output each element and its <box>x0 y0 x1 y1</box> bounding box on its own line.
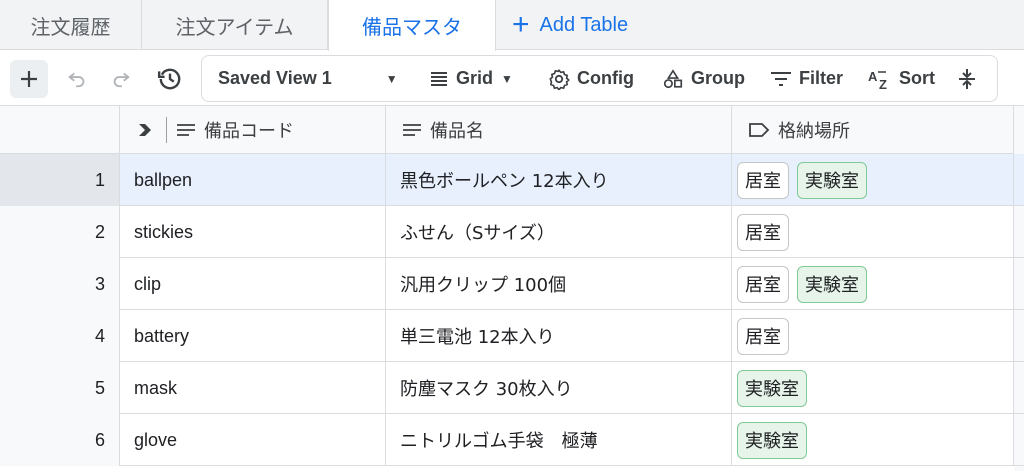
sort-label: Sort <box>899 68 935 88</box>
table-row[interactable]: 1 ballpen 黒色ボールペン 12本入り 居室 実験室 <box>0 154 1024 206</box>
add-table-label: Add Table <box>539 13 629 36</box>
column-header-code[interactable]: 備品コード <box>120 106 386 154</box>
filter-icon <box>771 71 791 86</box>
row-number: 2 <box>0 206 120 258</box>
compress-icon <box>959 68 975 89</box>
text-field-icon <box>403 124 421 136</box>
row-height-button[interactable] <box>957 56 984 101</box>
row-number: 4 <box>0 310 120 362</box>
cell-code[interactable]: clip <box>120 258 386 310</box>
shapes-icon <box>663 68 683 88</box>
cell-name[interactable]: 単三電池 12本入り <box>386 310 732 362</box>
column-label: 格納場所 <box>778 121 850 142</box>
cell-name[interactable]: ふせん（Sサイズ） <box>386 206 732 258</box>
config-button[interactable]: Config <box>548 56 634 101</box>
text-field-icon <box>177 124 195 136</box>
grid-label: Grid <box>456 68 494 88</box>
row-number-header <box>0 106 120 154</box>
tab-label: 注文アイテム <box>175 14 294 39</box>
svg-text:Z: Z <box>879 77 887 90</box>
saved-view-select[interactable]: Saved View 1 ▼ <box>218 56 398 101</box>
history-icon <box>157 68 181 90</box>
redo-icon <box>113 72 130 88</box>
cell-location[interactable]: 居室 <box>732 310 1014 362</box>
table-row[interactable]: 4 battery 単三電池 12本入り 居室 <box>0 310 1024 362</box>
cell-location[interactable]: 実験室 <box>732 414 1014 466</box>
cell-location[interactable]: 実験室 <box>732 362 1014 414</box>
tag-icon <box>749 123 770 137</box>
add-table-button[interactable]: + Add Table <box>512 0 628 50</box>
cell-name[interactable]: 黒色ボールペン 12本入り <box>386 154 732 206</box>
undo-icon <box>68 72 85 88</box>
toolbar: Saved View 1 ▼ Grid ▼ Config Group Filte… <box>0 51 1024 106</box>
grid-icon <box>431 71 447 86</box>
filter-button[interactable]: Filter <box>770 56 843 101</box>
group-button[interactable]: Group <box>662 56 745 101</box>
cell-location[interactable]: 居室 実験室 <box>732 154 1014 206</box>
table-row[interactable]: 5 mask 防塵マスク 30枚入り 実験室 <box>0 362 1024 414</box>
svg-text:A: A <box>868 69 878 84</box>
filter-label: Filter <box>799 68 844 88</box>
table-row[interactable]: 6 glove ニトリルゴム手袋 極薄 実験室 <box>0 414 1024 466</box>
tab-label: 注文履歴 <box>30 14 111 39</box>
row-number: 6 <box>0 414 120 466</box>
cell-code[interactable]: battery <box>120 310 386 362</box>
redo-button[interactable] <box>106 63 136 93</box>
tab-order-history[interactable]: 注文履歴 <box>0 0 142 50</box>
table-row[interactable]: 2 stickies ふせん（Sサイズ） 居室 <box>0 206 1024 258</box>
tag-chip: 居室 <box>737 213 789 251</box>
tag-chip: 実験室 <box>797 265 867 303</box>
cell-name[interactable]: ニトリルゴム手袋 極薄 <box>386 414 732 466</box>
cell-name[interactable]: 汎用クリップ 100個 <box>386 258 732 310</box>
header-divider <box>166 117 167 143</box>
cell-code[interactable]: stickies <box>120 206 386 258</box>
cell-location[interactable]: 居室 <box>732 206 1014 258</box>
cell-location[interactable]: 居室 実験室 <box>732 258 1014 310</box>
row-number: 3 <box>0 258 120 310</box>
primary-key-icon <box>139 124 151 136</box>
tag-chip: 実験室 <box>737 421 807 459</box>
group-label: Group <box>691 68 745 88</box>
tag-chip: 居室 <box>737 265 789 303</box>
undo-button[interactable] <box>62 63 92 93</box>
view-controls: Saved View 1 ▼ Grid ▼ Config Group Filte… <box>201 55 998 102</box>
table-row[interactable]: 3 clip 汎用クリップ 100個 居室 実験室 <box>0 258 1024 310</box>
chevron-down-icon: ▼ <box>501 71 513 86</box>
tab-equipment-master[interactable]: 備品マスタ <box>328 0 496 51</box>
chevron-down-icon: ▼ <box>385 71 398 86</box>
column-label: 備品コード <box>204 121 294 142</box>
grid-header: 備品コード 備品名 格納場所 <box>0 106 1024 154</box>
row-number: 5 <box>0 362 120 414</box>
plus-icon: + <box>512 8 530 41</box>
row-number: 1 <box>0 154 120 206</box>
tag-chip: 実験室 <box>797 161 867 199</box>
tab-order-items[interactable]: 注文アイテム <box>142 0 328 50</box>
grid-view-button[interactable]: Grid ▼ <box>429 56 513 101</box>
add-row-button[interactable] <box>10 60 48 98</box>
config-label: Config <box>577 68 634 88</box>
gear-icon <box>549 68 570 90</box>
sort-az-icon: AZ <box>868 69 887 90</box>
tag-chip: 居室 <box>737 161 789 199</box>
tab-label: 備品マスタ <box>362 15 462 39</box>
column-header-location[interactable]: 格納場所 <box>732 106 1014 154</box>
saved-view-label: Saved View 1 <box>218 68 332 88</box>
cell-code[interactable]: ballpen <box>120 154 386 206</box>
column-label: 備品名 <box>430 121 484 142</box>
plus-icon <box>21 71 37 87</box>
tag-chip: 居室 <box>737 317 789 355</box>
tab-bar: 注文履歴 注文アイテム 備品マスタ + Add Table <box>0 0 1024 51</box>
cell-name[interactable]: 防塵マスク 30枚入り <box>386 362 732 414</box>
cell-code[interactable]: glove <box>120 414 386 466</box>
history-button[interactable] <box>154 63 186 95</box>
sort-button[interactable]: AZ Sort <box>868 56 935 101</box>
column-header-name[interactable]: 備品名 <box>386 106 732 154</box>
tag-chip: 実験室 <box>737 369 807 407</box>
cell-code[interactable]: mask <box>120 362 386 414</box>
